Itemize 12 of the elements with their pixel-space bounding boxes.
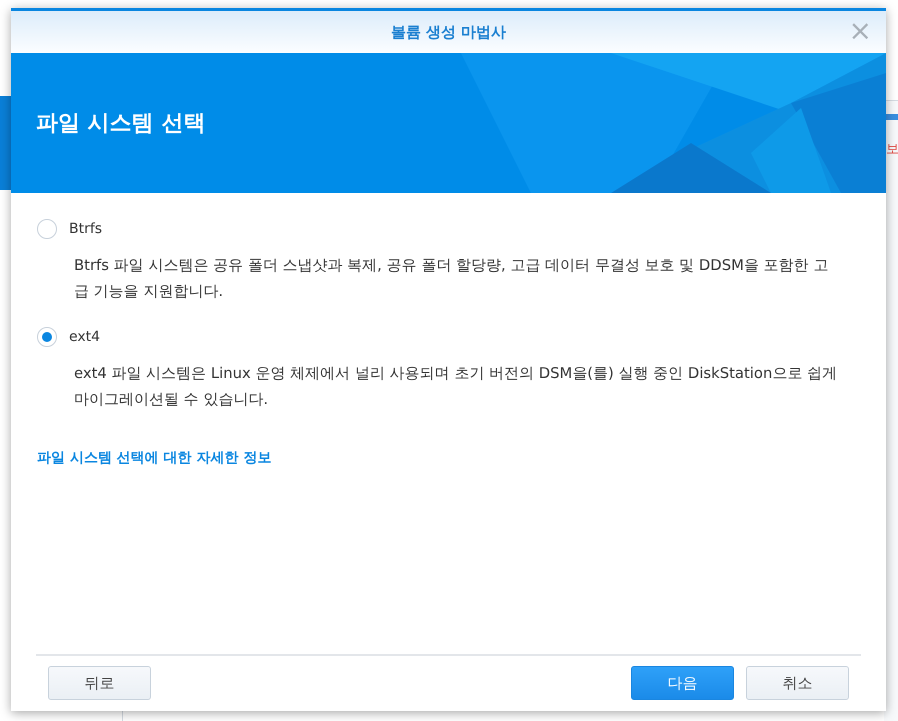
info-link[interactable]: 파일 시스템 선택에 대한 자세한 정보 (37, 449, 272, 467)
page-heading: 파일 시스템 선택 (36, 110, 206, 138)
dialog-title: 볼륨 생성 마법사 (390, 22, 506, 42)
option-description: Btrfs 파일 시스템은 공유 폴더 스냅샷과 복제, 공유 폴더 할당량, 고급 데이터 무결성 보호 및 DDSM을 포함한 고급 기능을 지원합니다. (74, 256, 830, 302)
radio-button[interactable] (37, 327, 57, 347)
radio-button[interactable] (37, 219, 57, 239)
option-label[interactable]: ext4 (69, 329, 100, 345)
dialog-button[interactable]: 뒤로 (48, 666, 151, 700)
dialog-button[interactable]: 취소 (746, 666, 849, 700)
option-description: ext4 파일 시스템은 Linux 운영 체제에서 널리 사용되며 초기 버전의 DSM을(를) 실행 중인 DiskStation으로 쉽게 마이그레이션될 수 있습니다. (74, 364, 838, 410)
background-label: 보 (886, 141, 898, 158)
option-label[interactable]: Btrfs (69, 221, 102, 237)
